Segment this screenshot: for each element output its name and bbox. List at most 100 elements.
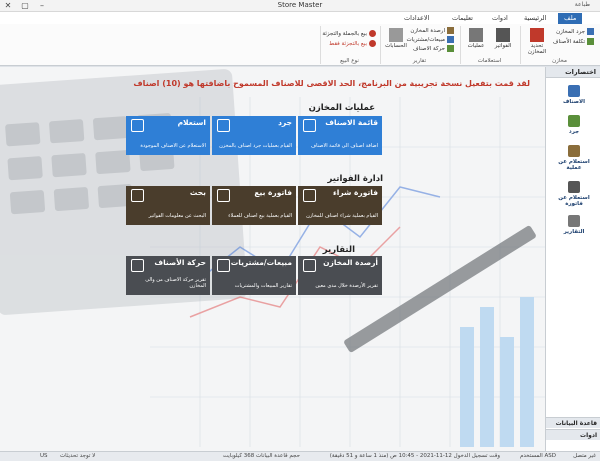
section-store-operations: عمليات المخازن xyxy=(308,103,375,113)
status-user: المستخدم ASD xyxy=(519,453,556,459)
status-login-time: وقت تسجيل الدخول 12-11-2021 - 10:45 ص (م… xyxy=(329,453,500,459)
trial-notice: لقد قمت بتفعيل نسخة تجريبية من البرنامج،… xyxy=(133,79,530,88)
tile-title: جرد xyxy=(278,118,292,127)
window-title: Store Master xyxy=(277,1,323,9)
maximize-icon[interactable]: ▢ xyxy=(17,0,33,12)
group-label: مخازن xyxy=(552,58,567,64)
invoices-label: الفواتير xyxy=(494,43,512,49)
balance-icon xyxy=(447,27,454,34)
ribbon-item-item-movement[interactable]: حركة الاصناف xyxy=(413,45,454,52)
items-icon xyxy=(568,85,580,97)
tile-title: أرصدة المخازن xyxy=(323,258,378,267)
tile-desc: القيام بعملية بيع اصناف للعملاء xyxy=(228,213,292,219)
close-icon[interactable]: ✕ xyxy=(0,0,16,12)
sales-icon xyxy=(447,36,454,43)
report-icon xyxy=(568,215,580,227)
group-label: استعلامات xyxy=(477,58,502,64)
report-icon xyxy=(217,259,230,272)
sidebar-item-operation-inquiry[interactable]: استعلام عن عملية xyxy=(552,145,596,171)
ribbon-item-label: بيع بالجملة والتجزئة xyxy=(322,31,367,37)
sidebar-item-label: التقارير xyxy=(563,229,585,235)
boxes-icon xyxy=(303,259,316,272)
ribbon-group-inquiries: الفواتير عمليات استعلامات xyxy=(460,26,518,64)
main-workspace: لقد قمت بتفعيل نسخة تجريبية من البرنامج،… xyxy=(0,67,545,451)
section-invoices: ادارة الفواتير xyxy=(327,174,383,184)
radio-wholesale-retail[interactable]: بيع بالجملة والتجزئة xyxy=(322,30,376,37)
ribbon-item-inventory[interactable]: جرد المخازن xyxy=(556,28,594,35)
list-icon xyxy=(303,119,316,132)
tile-inquiry[interactable]: استعلام الاستعلام عن الاصناف الموجودة xyxy=(126,116,210,155)
ribbon-item-item-cost[interactable]: تكلفة الأصناف xyxy=(553,38,594,45)
sidebar-item-label: استعلام عن عملية xyxy=(558,159,590,171)
tile-store-balances[interactable]: أرصدة المخازن تقرير الأرصدة خلال مدى معين xyxy=(298,256,382,295)
ribbon-item-label: مبيعات/مشتريات xyxy=(406,37,445,43)
shortcuts-sidebar: اختصارات الاصناف جرد استعلام عن عملية اس… xyxy=(545,67,600,451)
sidebar-item-invoice-inquiry[interactable]: استعلام عن فاتورة xyxy=(552,181,596,207)
tab-settings[interactable]: الاعدادات xyxy=(398,13,435,24)
ribbon-item-sales-purchases[interactable]: مبيعات/مشتريات xyxy=(406,36,454,43)
sidebar-item-reports[interactable]: التقارير xyxy=(552,215,596,235)
ribbon-group-sale-type: بيع بالجملة والتجزئة بيع بالتجزئة فقط نو… xyxy=(320,26,378,64)
cart-icon xyxy=(131,119,144,132)
sidebar-item-items[interactable]: الاصناف xyxy=(552,85,596,105)
minimize-icon[interactable]: – xyxy=(34,0,50,12)
tab-help[interactable]: تعليمات xyxy=(446,13,479,24)
status-bar: غير متصل المستخدم ASD وقت تسجيل الدخول 1… xyxy=(0,451,600,461)
tile-title: بحث xyxy=(189,188,206,197)
calculator-icon xyxy=(568,181,580,193)
define-stores-label: تحديد المخازن xyxy=(527,43,547,55)
tile-desc: تقارير المبيعات والمشتريات xyxy=(234,283,292,289)
operations-button[interactable]: عمليات xyxy=(462,28,490,49)
status-online: غير متصل xyxy=(573,453,596,459)
title-bar: Store Master ✕ ▢ – طباعة xyxy=(0,0,600,12)
cart-icon xyxy=(369,30,376,37)
tile-desc: القيام بعمليات جرد اصناف بالمخزن xyxy=(219,143,292,149)
tile-sales-purchases[interactable]: مبيعات/مشتريات تقارير المبيعات والمشتريات xyxy=(212,256,296,295)
tile-inventory[interactable]: جرد القيام بعمليات جرد اصناف بالمخزن xyxy=(212,116,296,155)
tile-search[interactable]: بحث البحث عن معلومات الفواتير xyxy=(126,186,210,225)
tile-purchase-invoice[interactable]: فاتورة شراء القيام بعملية شراء اصناف للمخ… xyxy=(298,186,382,225)
invoice-icon xyxy=(496,28,510,42)
accounts-button[interactable]: الحسابات xyxy=(382,28,410,49)
tab-home[interactable]: الرئيسية xyxy=(518,13,552,24)
movement-icon xyxy=(131,259,144,272)
section-reports: التقارير xyxy=(322,245,355,255)
sidebar-item-label: استعلام عن فاتورة xyxy=(558,195,590,207)
sidebar-tools[interactable]: ادوات xyxy=(546,429,600,440)
tile-title: مبيعات/مشتريات xyxy=(230,258,292,267)
ribbon-group-stores: جرد المخازن تكلفة الأصناف تحديد المخازن … xyxy=(520,26,598,64)
ribbon-item-label: ارصدة المخازن xyxy=(410,28,445,34)
sidebar-item-inventory[interactable]: جرد xyxy=(552,115,596,135)
sidebar-item-label: الاصناف xyxy=(563,99,585,105)
ribbon-item-store-balances[interactable]: ارصدة المخازن xyxy=(410,27,454,34)
sale-icon xyxy=(217,189,230,202)
quick-access-print[interactable]: طباعة xyxy=(575,1,590,8)
calculator-icon xyxy=(131,189,144,202)
box-icon xyxy=(568,145,580,157)
radio-retail-only[interactable]: بيع بالتجزئة فقط xyxy=(329,40,376,47)
operations-icon xyxy=(469,28,483,42)
ribbon-item-label: جرد المخازن xyxy=(556,29,585,35)
group-label: نوع البيع xyxy=(340,58,359,64)
ribbon-item-label: بيع بالتجزئة فقط xyxy=(329,41,367,47)
inventory-icon xyxy=(587,28,594,35)
accounts-label: الحسابات xyxy=(385,43,407,49)
tile-title: قائمة الاصناف xyxy=(325,118,378,127)
tile-item-movement[interactable]: حركة الأصناف تقرير حركة الاصناف من والى ا… xyxy=(126,256,210,295)
ribbon-item-label: تكلفة الأصناف xyxy=(552,39,585,45)
tile-sale-invoice[interactable]: فاتورة بيع القيام بعملية بيع اصناف للعملا… xyxy=(212,186,296,225)
accounts-icon xyxy=(389,28,403,42)
invoices-button[interactable]: الفواتير xyxy=(489,28,517,49)
sidebar-header: اختصارات xyxy=(546,67,600,78)
status-updates[interactable]: لا توجد تحديثات xyxy=(60,453,95,459)
ribbon-tabs: ملف الرئيسية ادوات تعليمات الاعدادات xyxy=(0,12,600,24)
tile-desc: البحث عن معلومات الفواتير xyxy=(148,213,206,219)
tab-tools[interactable]: ادوات xyxy=(486,13,514,24)
sidebar-database[interactable]: قاعدة البيانات xyxy=(546,417,600,428)
tile-item-list[interactable]: قائمة الاصناف اضافة اصناف الى قائمة الاصن… xyxy=(298,116,382,155)
tab-file[interactable]: ملف xyxy=(558,13,583,24)
tile-title: استعلام xyxy=(177,118,206,127)
cart-icon xyxy=(369,40,376,47)
define-stores-button[interactable]: تحديد المخازن xyxy=(523,28,551,55)
tile-title: فاتورة بيع xyxy=(254,188,292,197)
